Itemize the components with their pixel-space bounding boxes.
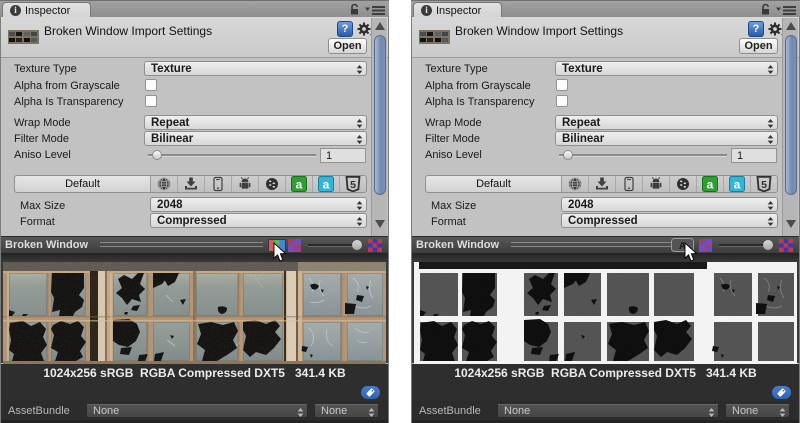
svg-text:5: 5 [350, 179, 356, 191]
svg-text:a: a [734, 178, 741, 192]
svg-text:5: 5 [761, 179, 767, 191]
svg-text:a: a [323, 178, 330, 192]
svg-text:a: a [707, 178, 714, 192]
svg-text:a: a [296, 178, 303, 192]
